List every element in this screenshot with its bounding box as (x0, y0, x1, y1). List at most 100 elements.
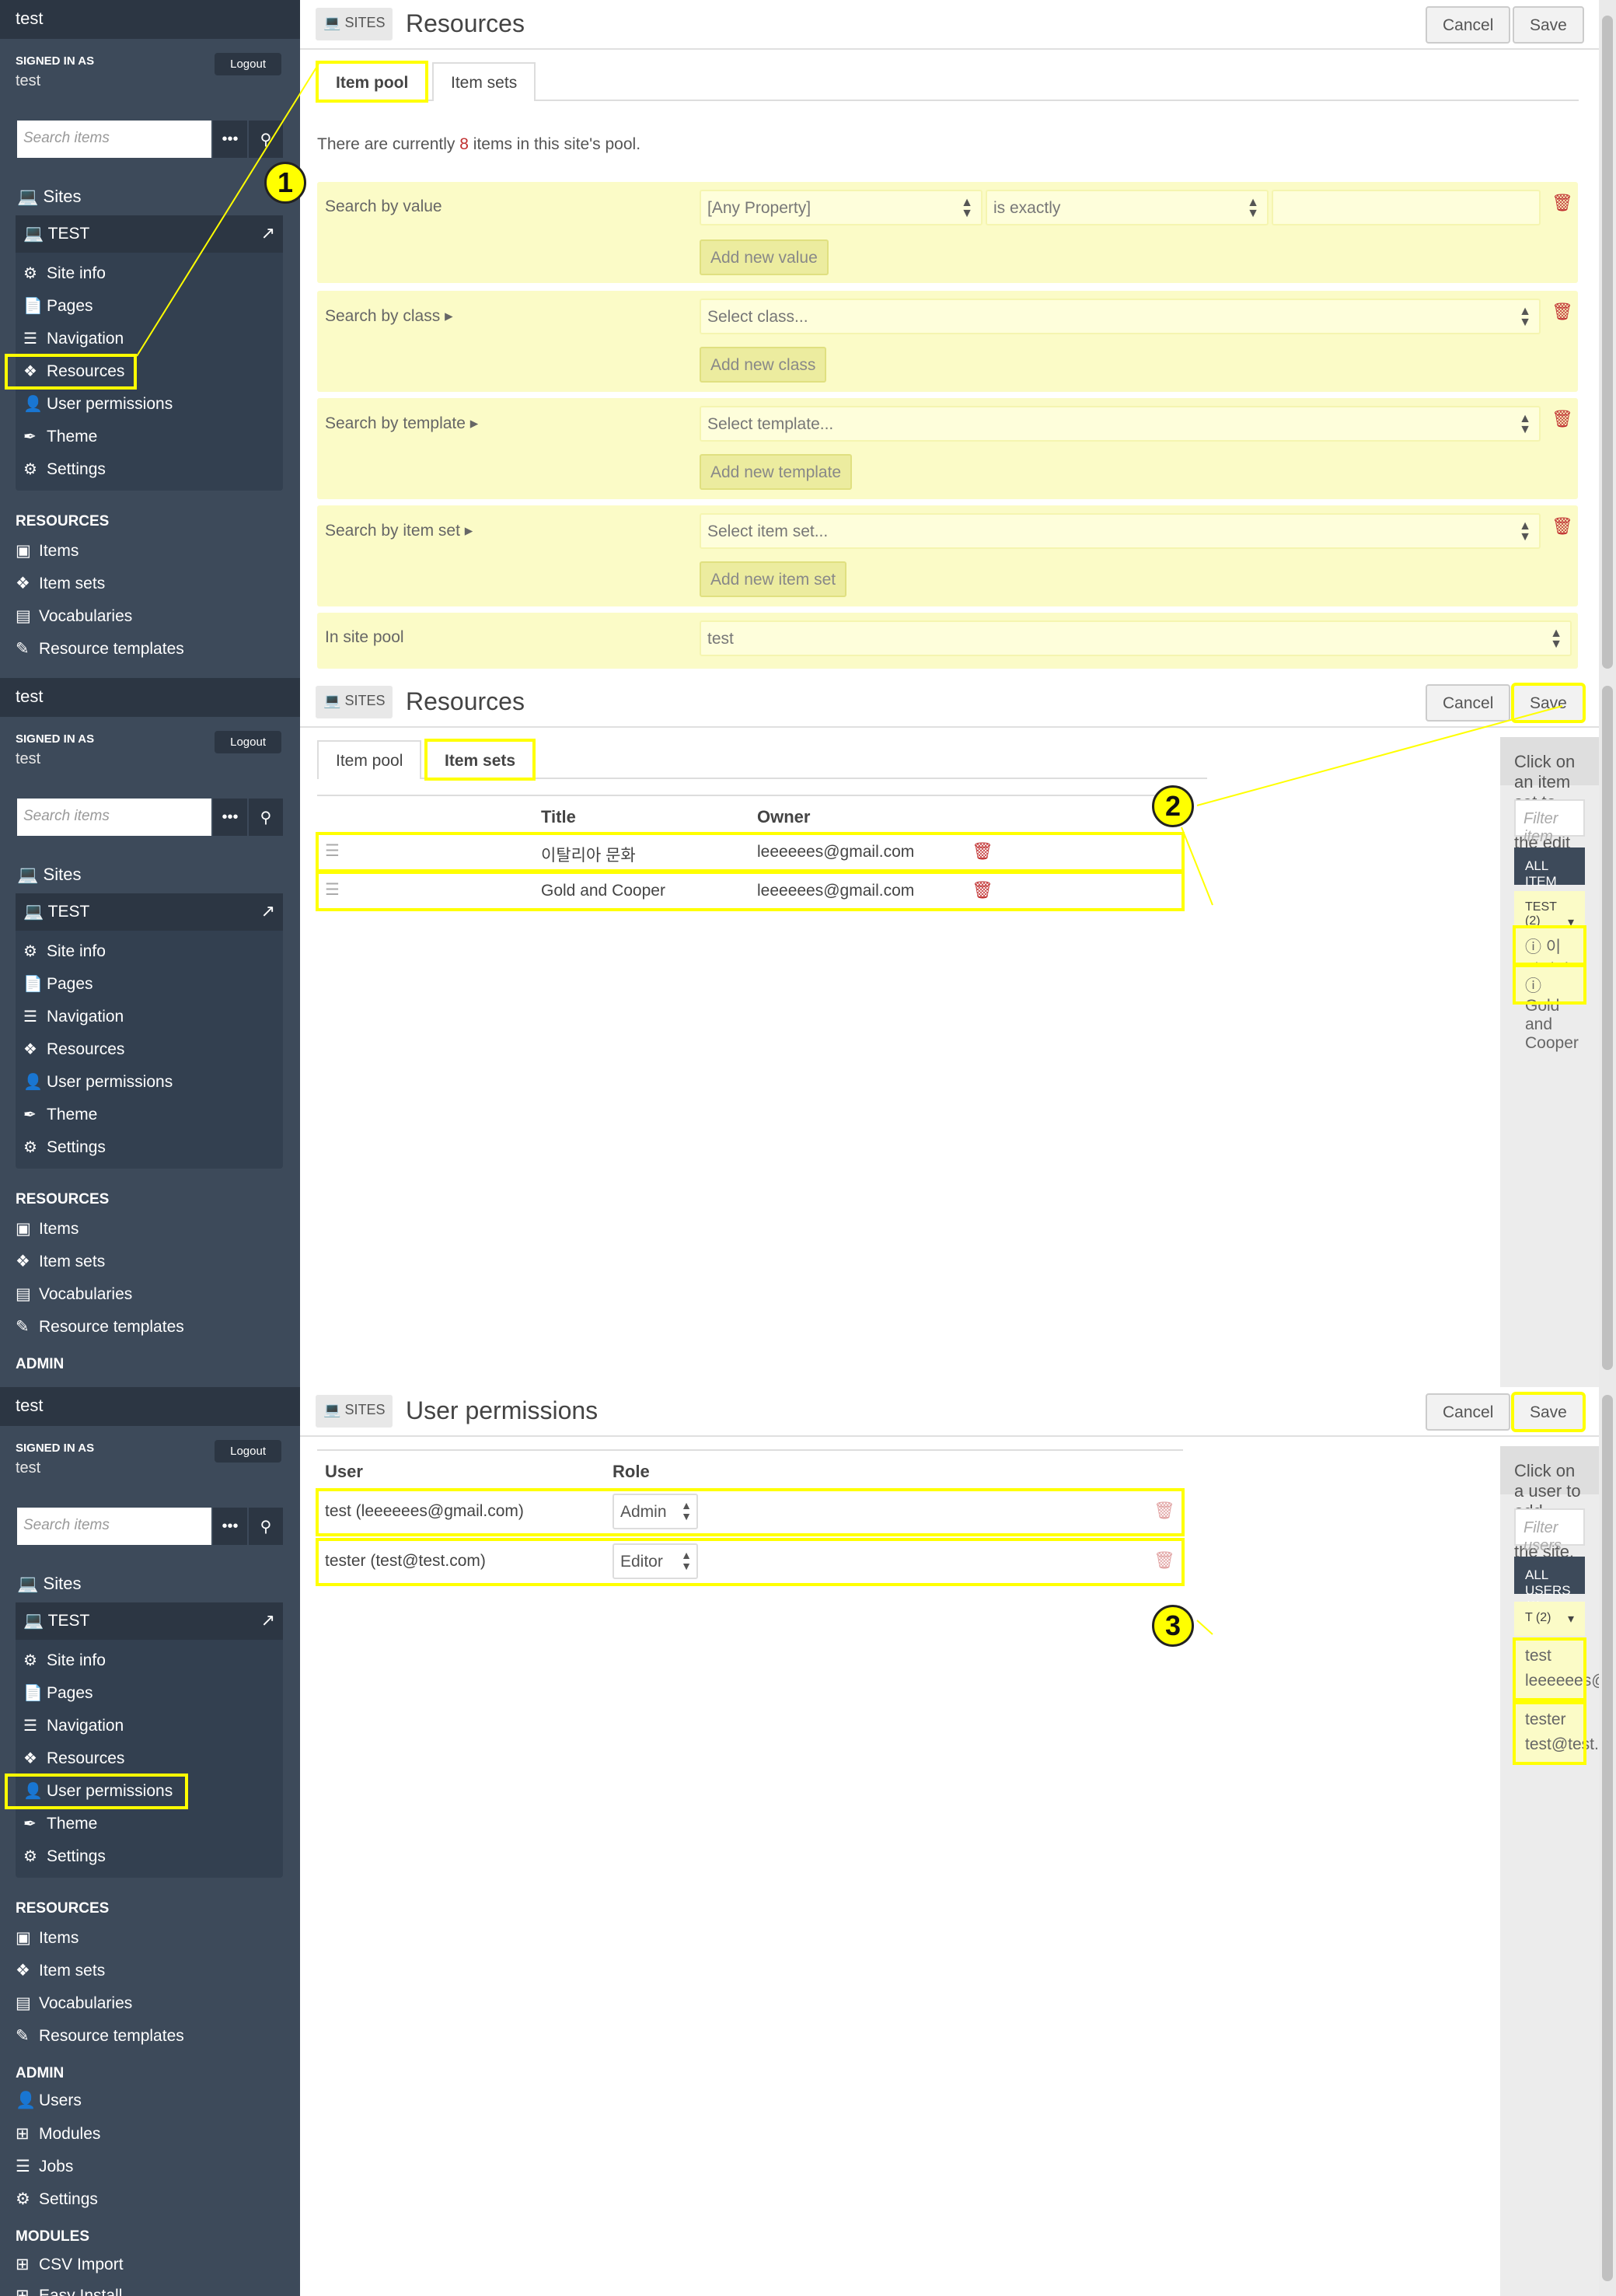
owner-group-toggle[interactable]: TEST (2) ▾ (1514, 891, 1585, 929)
filter-users-input[interactable]: Filter users (1514, 1508, 1585, 1554)
save-button[interactable]: Save (1511, 683, 1586, 723)
role-select[interactable]: Admin ▲ ▼ (613, 1494, 698, 1529)
tab-item-sets[interactable]: Item sets (424, 739, 536, 781)
sites-heading[interactable]: 💻 Sites (17, 865, 81, 885)
drag-handle-icon[interactable]: ☰ (325, 880, 340, 900)
sidebar-item-user-permissions[interactable]: 👤 User permissions (16, 1066, 283, 1099)
sidebar-item-resource-templates[interactable]: ✎ Resource templates (16, 639, 184, 659)
class-select[interactable]: Select class... ▲ ▼ (700, 299, 1541, 334)
sidebar-item-admin-settings[interactable]: ⚙ Settings (16, 2189, 98, 2209)
save-button[interactable]: Save (1513, 6, 1584, 44)
trash-icon[interactable]: 🗑 (972, 841, 993, 861)
sidebar-item-navigation[interactable]: ☰ Navigation (16, 1001, 283, 1033)
cancel-button[interactable]: Cancel (1426, 1393, 1511, 1431)
site-name-row[interactable]: 💻 TEST ↗ (16, 1602, 283, 1640)
sidebar-item-pages[interactable]: 📄 Pages (16, 290, 283, 323)
list-item[interactable]: tester test@test.com (1513, 1701, 1616, 1765)
logout-button[interactable]: Logout (215, 1440, 281, 1463)
search-button[interactable]: ⚲ (247, 799, 283, 836)
list-item[interactable]: ⓘ 이탈리아 문화 (1513, 925, 1586, 1003)
table-row[interactable]: tester (test@test.com) Editor ▲ ▼ 🗑 (316, 1538, 1185, 1586)
site-name-row[interactable]: 💻 TEST ↗ (16, 215, 283, 253)
sidebar-item-pages[interactable]: 📄 Pages (16, 1677, 283, 1710)
site-name-row[interactable]: 💻 TEST ↗ (16, 893, 283, 931)
table-row[interactable]: ☰ Gold and Cooper leeeeees@gmail.com 🗑 (316, 871, 1185, 911)
advanced-search-button[interactable]: ••• (211, 121, 247, 158)
drag-handle-icon[interactable]: ☰ (325, 841, 340, 861)
trash-icon[interactable]: 🗑 (1551, 193, 1573, 213)
all-users-header[interactable]: ALL USERS (2) (1514, 1557, 1585, 1613)
logout-button[interactable]: Logout (215, 53, 281, 75)
sidebar-item-item-sets[interactable]: ❖ Item sets (16, 1252, 105, 1271)
sidebar-item-jobs[interactable]: ☰ Jobs (16, 2157, 73, 2176)
trash-icon[interactable]: 🗑 (1551, 302, 1573, 322)
sidebar-item-items[interactable]: ▣ Items (16, 1928, 79, 1948)
list-item[interactable]: test leeeeees@gmail.com (1513, 1637, 1616, 1701)
scrollbar[interactable] (1599, 0, 1616, 678)
sidebar-item-site-info[interactable]: ⚙ Site info (16, 935, 283, 968)
sidebar-item-settings[interactable]: ⚙ Settings (16, 1840, 283, 1873)
site-pool-select[interactable]: test ▲ ▼ (700, 620, 1572, 656)
sidebar-item-theme[interactable]: ✒ Theme (16, 421, 283, 453)
sidebar-item-site-info[interactable]: ⚙ Site info (16, 1644, 283, 1677)
sidebar-item-resources[interactable]: ❖ Resources (16, 1742, 283, 1775)
table-row[interactable]: test (leeeeees@gmail.com) Admin ▲ ▼ 🗑 (316, 1488, 1185, 1536)
sites-breadcrumb[interactable]: 💻 SITES (316, 686, 393, 718)
sidebar-item-resources[interactable]: ❖ Resources (5, 354, 137, 390)
sidebar-item-site-info[interactable]: ⚙ Site info (16, 257, 283, 290)
add-new-item-set-button[interactable]: Add new item set (700, 561, 847, 597)
sidebar-item-settings[interactable]: ⚙ Settings (16, 453, 283, 486)
trash-icon[interactable]: 🗑 (1154, 1550, 1175, 1571)
save-button[interactable]: Save (1511, 1392, 1586, 1432)
role-select[interactable]: Editor ▲ ▼ (613, 1543, 698, 1579)
cancel-button[interactable]: Cancel (1426, 684, 1511, 722)
sidebar-item-settings[interactable]: ⚙ Settings (16, 1131, 283, 1164)
sidebar-item-vocabularies[interactable]: ▤ Vocabularies (16, 1284, 132, 1304)
sites-heading[interactable]: 💻 Sites (17, 187, 81, 207)
filter-item-sets-input[interactable]: Filter item sets (1514, 799, 1585, 863)
cancel-button[interactable]: Cancel (1426, 6, 1511, 44)
logout-button[interactable]: Logout (215, 731, 281, 753)
property-select[interactable]: [Any Property] ▲ ▼ (700, 190, 983, 225)
trash-icon[interactable]: 🗑 (1154, 1501, 1175, 1521)
scrollbar[interactable] (1599, 678, 1616, 1387)
search-button[interactable]: ⚲ (247, 121, 283, 158)
search-input[interactable]: Search items (17, 121, 211, 158)
search-button[interactable]: ⚲ (247, 1508, 283, 1545)
scrollbar-thumb[interactable] (1602, 686, 1613, 1370)
sites-breadcrumb[interactable]: 💻 SITES (316, 8, 393, 40)
sidebar-item-theme[interactable]: ✒ Theme (16, 1808, 283, 1840)
add-new-template-button[interactable]: Add new template (700, 454, 853, 490)
advanced-search-button[interactable]: ••• (211, 1508, 247, 1545)
sidebar-item-navigation[interactable]: ☰ Navigation (16, 1710, 283, 1742)
tab-item-pool[interactable]: Item pool (317, 740, 422, 779)
sidebar-item-navigation[interactable]: ☰ Navigation (16, 323, 283, 355)
sidebar-item-resources[interactable]: ❖ Resources (16, 1033, 283, 1066)
external-link-icon[interactable]: ↗ (261, 1610, 275, 1630)
scrollbar-thumb[interactable] (1602, 1395, 1613, 2281)
sidebar-item-easy-install[interactable]: ⊞ Easy Install (16, 2286, 122, 2296)
sidebar-item-vocabularies[interactable]: ▤ Vocabularies (16, 606, 132, 626)
table-row[interactable]: ☰ 이탈리아 문화 leeeeees@gmail.com 🗑 (316, 832, 1185, 872)
trash-icon[interactable]: 🗑 (1551, 516, 1573, 536)
sidebar-item-user-permissions[interactable]: 👤 User permissions (16, 388, 283, 421)
external-link-icon[interactable]: ↗ (261, 901, 275, 921)
sidebar-item-resource-templates[interactable]: ✎ Resource templates (16, 2026, 184, 2046)
sidebar-item-item-sets[interactable]: ❖ Item sets (16, 1961, 105, 1980)
scrollbar[interactable] (1599, 1387, 1616, 2296)
add-new-class-button[interactable]: Add new class (700, 347, 827, 383)
trash-icon[interactable]: 🗑 (1551, 409, 1573, 429)
sidebar-item-modules[interactable]: ⊞ Modules (16, 2124, 100, 2144)
trash-icon[interactable]: 🗑 (972, 880, 993, 900)
all-item-sets-header[interactable]: ALL ITEM SETS (2) (1514, 847, 1585, 920)
sidebar-item-items[interactable]: ▣ Items (16, 541, 79, 561)
external-link-icon[interactable]: ↗ (261, 223, 275, 243)
sites-breadcrumb[interactable]: 💻 SITES (316, 1395, 393, 1428)
sidebar-item-user-permissions[interactable]: 👤 User permissions (5, 1774, 188, 1809)
add-new-value-button[interactable]: Add new value (700, 239, 829, 275)
sidebar-item-theme[interactable]: ✒ Theme (16, 1099, 283, 1131)
caret-right-icon[interactable]: ▸ (470, 414, 479, 432)
template-select[interactable]: Select template... ▲ ▼ (700, 406, 1541, 442)
sidebar-item-users[interactable]: 👤 Users (16, 2092, 82, 2110)
caret-right-icon[interactable]: ▸ (445, 307, 453, 325)
